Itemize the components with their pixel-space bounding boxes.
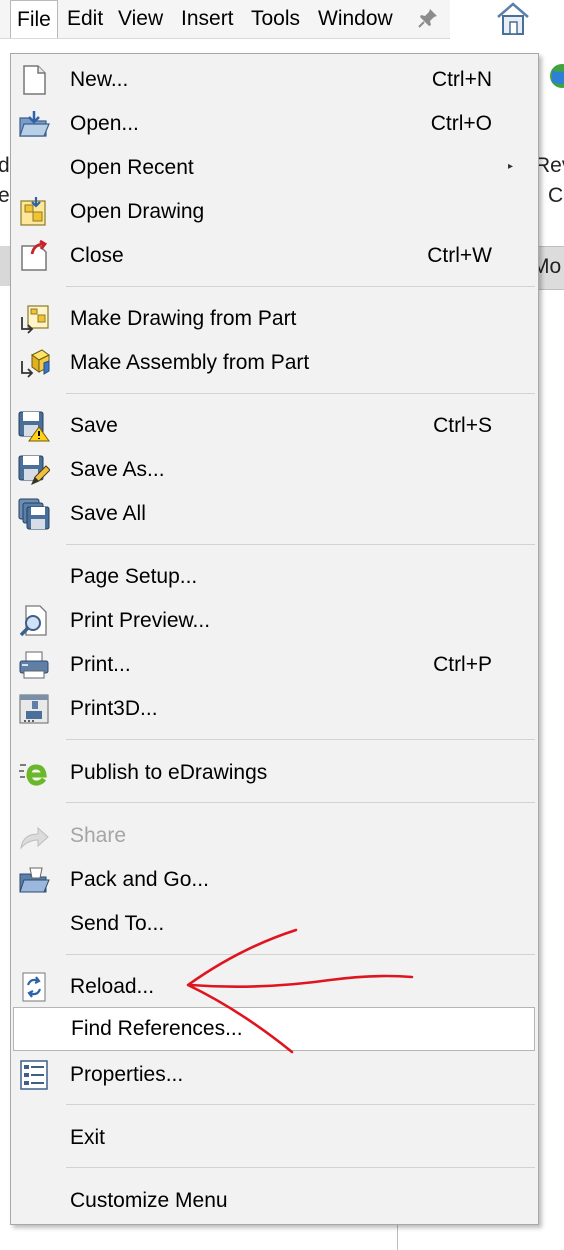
menu-item-label: Customize Menu — [70, 1189, 228, 1212]
save-warning-icon — [18, 411, 50, 442]
menu-item-save[interactable]: Save Ctrl+S — [11, 404, 538, 448]
make-assembly-icon — [21, 349, 50, 378]
file-menu: New... Ctrl+N Open... Ctrl+O Open Recent… — [10, 53, 539, 1225]
menu-item-label: Open Drawing — [70, 200, 205, 223]
open-drawing-icon — [20, 197, 46, 226]
menu-item-label: Properties... — [70, 1063, 184, 1086]
menu-item-page-setup[interactable]: Page Setup... — [11, 555, 538, 599]
menu-item-publish-edrawings[interactable]: Publish to eDrawings — [11, 751, 538, 795]
menu-item-print3d[interactable]: Print3D... — [11, 687, 538, 731]
close-document-icon — [21, 240, 48, 271]
bg-label-fragment: C — [548, 184, 564, 207]
bg-label-fragment: Rev — [535, 154, 564, 177]
menu-separator — [66, 954, 535, 955]
share-icon — [20, 826, 49, 850]
menu-item-shortcut: Ctrl+P — [433, 653, 492, 676]
menu-item-shortcut: Ctrl+S — [433, 414, 492, 437]
menu-item-share: Share — [11, 814, 538, 858]
save-all-icon — [18, 498, 50, 530]
menu-item-open-drawing[interactable]: Open Drawing — [11, 190, 538, 234]
menu-separator — [66, 1167, 535, 1168]
menu-item-label: Make Drawing from Part — [70, 307, 297, 330]
menu-item-label: New... — [70, 68, 129, 91]
menu-item-label: Open Recent — [70, 156, 194, 179]
menu-item-label: Save As... — [70, 458, 165, 481]
menu-separator — [66, 739, 535, 740]
menu-item-label: Save All — [70, 502, 146, 525]
reload-icon — [22, 972, 46, 1002]
menu-item-send-to[interactable]: Send To... — [11, 902, 538, 946]
menu-item-exit[interactable]: Exit — [11, 1116, 538, 1160]
menu-window[interactable]: Window — [312, 0, 399, 38]
menu-item-label: Save — [70, 414, 118, 437]
print-preview-icon — [19, 605, 47, 637]
menu-item-label: Make Assembly from Part — [70, 351, 310, 374]
menu-view[interactable]: View — [112, 0, 169, 38]
menu-item-print-preview[interactable]: Print Preview... — [11, 599, 538, 643]
make-drawing-icon — [21, 305, 49, 334]
menu-separator — [66, 393, 535, 394]
menu-file[interactable]: File — [10, 0, 58, 38]
menu-item-make-drawing[interactable]: Make Drawing from Part — [11, 297, 538, 341]
new-document-icon — [23, 65, 46, 95]
menu-item-save-all[interactable]: Save All — [11, 492, 538, 536]
menu-item-label: Print3D... — [70, 697, 158, 720]
menu-separator — [66, 802, 535, 803]
menu-item-close[interactable]: Close Ctrl+W — [11, 234, 538, 278]
edrawings-icon — [19, 764, 47, 786]
menu-item-shortcut: Ctrl+O — [430, 112, 492, 135]
menu-separator — [66, 1104, 535, 1105]
menu-item-label: Find References... — [71, 1017, 243, 1040]
printer-icon — [19, 651, 49, 679]
menu-item-open[interactable]: Open... Ctrl+O — [11, 102, 538, 146]
open-folder-icon — [19, 111, 50, 137]
bg-label-fragment: e — [0, 184, 10, 207]
pin-icon[interactable] — [416, 6, 440, 30]
menu-tools[interactable]: Tools — [245, 0, 306, 38]
menu-item-properties[interactable]: Properties... — [11, 1053, 538, 1097]
menu-item-label: Close — [70, 244, 124, 267]
menu-item-save-as[interactable]: Save As... — [11, 448, 538, 492]
bg-label-fragment: d — [0, 154, 10, 177]
menu-item-pack-and-go[interactable]: Pack and Go... — [11, 858, 538, 902]
globe-icon[interactable] — [546, 62, 564, 90]
menu-item-label: Share — [70, 824, 127, 847]
menu-item-customize-menu[interactable]: Customize Menu — [11, 1179, 538, 1223]
menu-item-shortcut: Ctrl+N — [431, 68, 492, 91]
menu-item-label: Publish to eDrawings — [70, 761, 268, 784]
menu-item-label: Exit — [70, 1126, 106, 1149]
menu-separator — [66, 286, 535, 287]
menu-item-label: Print... — [70, 653, 131, 676]
menu-item-reload[interactable]: Reload... — [11, 965, 538, 1009]
menu-item-print[interactable]: Print... Ctrl+P — [11, 643, 538, 687]
menu-item-label: Reload... — [70, 975, 155, 998]
properties-icon — [20, 1060, 48, 1090]
menu-item-label: Page Setup... — [70, 565, 198, 588]
menu-item-open-recent[interactable]: Open Recent ▸ — [11, 146, 538, 190]
divider — [397, 1222, 398, 1250]
menu-item-find-references[interactable]: Find References... — [13, 1007, 535, 1051]
menu-item-label: Open... — [70, 112, 139, 135]
menu-item-label: Send To... — [70, 912, 165, 935]
menu-item-label: Pack and Go... — [70, 868, 209, 891]
menu-edit[interactable]: Edit — [61, 0, 109, 38]
print3d-icon — [19, 694, 49, 724]
menu-insert[interactable]: Insert — [175, 0, 240, 38]
menu-item-shortcut: Ctrl+W — [427, 244, 492, 267]
pack-and-go-icon — [19, 867, 50, 893]
menu-item-label: Print Preview... — [70, 609, 211, 632]
menu-bar: File Edit View Insert Tools Window — [0, 0, 450, 39]
menu-item-new[interactable]: New... Ctrl+N — [11, 58, 538, 102]
save-as-icon — [18, 455, 50, 485]
menu-item-make-assembly[interactable]: Make Assembly from Part — [11, 341, 538, 385]
submenu-arrow-icon: ▸ — [508, 161, 514, 172]
menu-separator — [66, 544, 535, 545]
home-icon[interactable] — [494, 0, 532, 36]
